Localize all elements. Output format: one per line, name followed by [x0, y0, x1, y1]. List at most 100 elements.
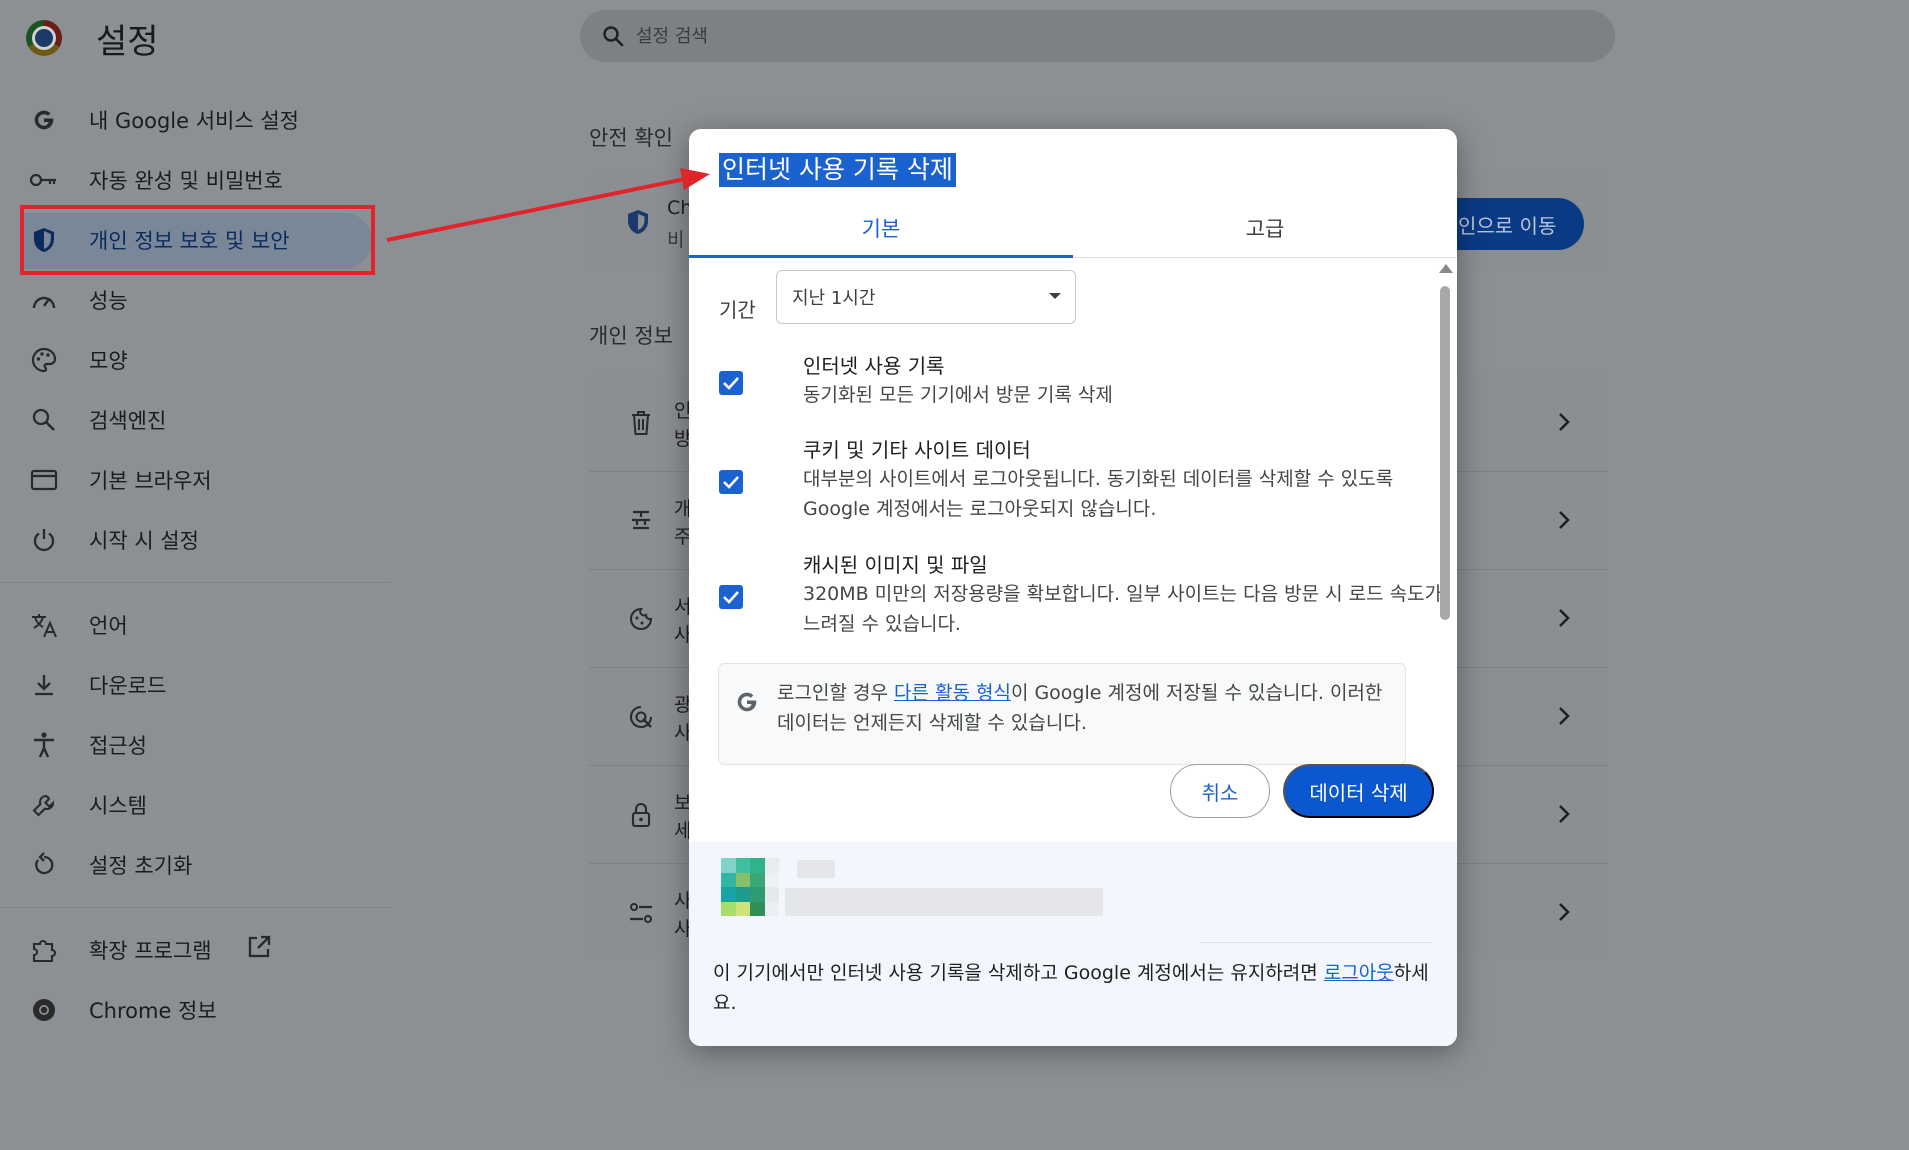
external-link-icon	[246, 934, 272, 965]
cookie-icon	[625, 603, 657, 635]
sign-out-link[interactable]: 로그아웃	[1324, 962, 1394, 984]
time-range-value: 지난 1시간	[792, 288, 876, 309]
sidebar-item-accessibility[interactable]: 접근성	[0, 715, 390, 775]
sidebar-item-label: 기본 브라우저	[89, 469, 212, 493]
account-section: 이 기기에서만 인터넷 사용 기록을 삭제하고 Google 계정에서는 유지하…	[689, 842, 1457, 1046]
translate-icon	[28, 609, 60, 641]
sidebar-item-label: 확장 프로그램	[89, 939, 212, 963]
option-title: 캐시된 이미지 및 파일	[803, 553, 988, 577]
sidebar-item-default-browser[interactable]: 기본 브라우저	[0, 450, 390, 510]
shield-icon	[28, 224, 60, 256]
scrollbar-thumb[interactable]	[1440, 286, 1450, 620]
power-icon	[28, 524, 60, 556]
scroll-up-arrow-icon[interactable]	[1439, 264, 1453, 273]
account-email-blurred	[785, 888, 1103, 916]
trash-icon	[625, 407, 657, 439]
sidebar-item-performance[interactable]: 성능	[0, 270, 390, 330]
option-description: 대부분의 사이트에서 로그아웃됩니다. 동기화된 데이터를 삭제할 수 있도록 …	[803, 468, 1394, 520]
time-range-select[interactable]: 지난 1시간	[776, 270, 1076, 324]
clear-browsing-data-dialog: 인터넷 사용 기록 삭제 기본 고급 기간 지난 1시간 인터넷 사용 기록 동…	[689, 129, 1457, 1046]
delete-data-button[interactable]: 데이터 삭제	[1283, 764, 1434, 818]
account-name-blurred	[797, 860, 835, 878]
lock-icon	[625, 799, 657, 831]
sidebar-item-languages[interactable]: 언어	[0, 595, 390, 655]
option-description: 320MB 미만의 저장용량을 확보합니다. 일부 사이트는 다음 방문 시 로…	[803, 583, 1443, 635]
sidebar-item-downloads[interactable]: 다운로드	[0, 655, 390, 715]
dialog-tabs: 기본 고급	[689, 199, 1457, 258]
chevron-right-icon	[1552, 508, 1576, 532]
ad-privacy-icon	[625, 701, 657, 733]
chevron-right-icon	[1552, 900, 1576, 924]
page-title: 설정	[96, 22, 159, 62]
sidebar-item-autofill[interactable]: 자동 완성 및 비밀번호	[0, 150, 390, 210]
speedometer-icon	[28, 284, 60, 316]
chevron-right-icon	[1552, 410, 1576, 434]
chevron-right-icon	[1552, 802, 1576, 826]
sidebar-item-google-services[interactable]: 내 Google 서비스 설정	[0, 90, 390, 150]
browsing-history-checkbox[interactable]	[719, 371, 743, 395]
sidebar-item-label: 설정 초기화	[89, 854, 193, 878]
dialog-title: 인터넷 사용 기록 삭제	[719, 153, 956, 187]
sidebar-item-label: 접근성	[89, 734, 147, 758]
puzzle-icon	[28, 934, 60, 966]
chrome-logo-icon	[26, 20, 62, 56]
dialog-scrollbar[interactable]	[1437, 258, 1453, 866]
settings-search-bar[interactable]	[580, 10, 1615, 62]
sidebar-item-label: 검색엔진	[89, 409, 167, 433]
shield-icon	[625, 207, 651, 241]
sidebar-item-system[interactable]: 시스템	[0, 775, 390, 835]
info-text: 로그인할 경우 다른 활동 형식이 Google 계정에 저장될 수 있습니다.…	[777, 678, 1387, 738]
avatar	[721, 858, 779, 916]
sidebar-item-about-chrome[interactable]: Chrome 정보	[0, 980, 390, 1040]
sidebar-item-label: 개인 정보 보호 및 보안	[89, 229, 290, 253]
sidebar-item-label: 언어	[89, 614, 128, 638]
privacy-guide-icon	[625, 505, 657, 537]
wrench-icon	[28, 789, 60, 821]
safety-check-title: 안전 확인	[589, 126, 673, 150]
tab-basic[interactable]: 기본	[689, 199, 1073, 258]
google-g-icon	[28, 104, 60, 136]
cache-checkbox[interactable]	[719, 585, 743, 609]
sidebar-divider	[0, 582, 390, 583]
sidebar-item-label: 모양	[89, 349, 128, 373]
chevron-right-icon	[1552, 606, 1576, 630]
option-title: 쿠키 및 기타 사이트 데이터	[803, 438, 1031, 462]
sidebar-item-extensions[interactable]: 확장 프로그램	[0, 920, 390, 980]
sidebar-item-label: 시스템	[89, 794, 147, 818]
reset-icon	[28, 849, 60, 881]
sidebar-item-label: 내 Google 서비스 설정	[89, 109, 299, 133]
sidebar-item-on-startup[interactable]: 시작 시 설정	[0, 510, 390, 570]
tab-advanced[interactable]: 고급	[1073, 199, 1457, 257]
sidebar-item-reset[interactable]: 설정 초기화	[0, 835, 390, 895]
chevron-right-icon	[1552, 704, 1576, 728]
sidebar-item-label: 다운로드	[89, 674, 167, 698]
info-text-before: 로그인할 경우	[777, 682, 894, 704]
time-range-label: 기간	[719, 298, 756, 322]
sidebar-item-search-engine[interactable]: 검색엔진	[0, 390, 390, 450]
account-divider	[1199, 942, 1431, 943]
google-g-icon	[733, 688, 761, 720]
download-icon	[28, 669, 60, 701]
note-text-before: 이 기기에서만 인터넷 사용 기록을 삭제하고 Google 계정에서는 유지하…	[713, 962, 1324, 984]
sidebar-item-label: 자동 완성 및 비밀번호	[89, 169, 283, 193]
option-description: 동기화된 모든 기기에서 방문 기록 삭제	[803, 384, 1113, 406]
sidebar-item-label: Chrome 정보	[89, 999, 217, 1023]
privacy-section-title: 개인 정보	[589, 324, 673, 348]
sidebar-divider	[0, 907, 390, 908]
search-icon	[28, 404, 60, 436]
palette-icon	[28, 344, 60, 376]
key-icon	[28, 164, 60, 196]
chrome-icon	[28, 994, 60, 1026]
checkmark-icon	[723, 591, 739, 604]
cancel-button[interactable]: 취소	[1170, 764, 1270, 818]
other-activity-link[interactable]: 다른 활동 형식	[894, 682, 1011, 704]
sign-out-note: 이 기기에서만 인터넷 사용 기록을 삭제하고 Google 계정에서는 유지하…	[713, 958, 1433, 1018]
checkmark-icon	[723, 476, 739, 489]
search-icon	[598, 21, 628, 51]
cookies-checkbox[interactable]	[719, 470, 743, 494]
search-input[interactable]	[634, 24, 1238, 48]
sidebar-item-label: 성능	[89, 289, 128, 313]
browser-window-icon	[28, 464, 60, 496]
sidebar-item-appearance[interactable]: 모양	[0, 330, 390, 390]
sidebar-item-label: 시작 시 설정	[89, 529, 199, 553]
